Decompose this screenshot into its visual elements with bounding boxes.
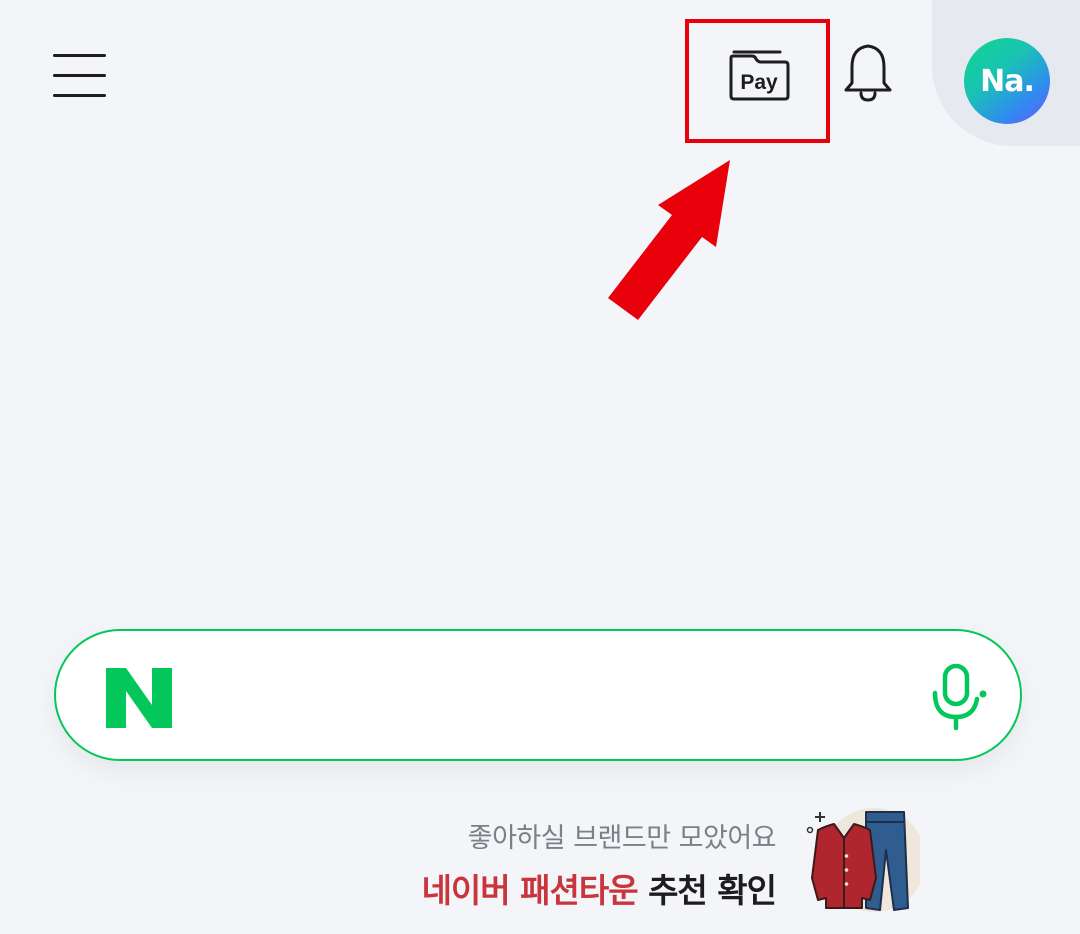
fashion-town-promo-banner[interactable]: 좋아하실 브랜드만 모았어요 네이버 패션타운 추천 확인 xyxy=(380,808,940,918)
clothing-illustration-icon xyxy=(806,808,920,912)
promo-action-text: 추천 확인 xyxy=(637,871,777,910)
hamburger-line xyxy=(53,54,106,57)
naver-logo-icon xyxy=(106,668,172,728)
voice-search-button[interactable] xyxy=(924,661,994,733)
promo-subtitle: 좋아하실 브랜드만 모았어요 xyxy=(467,823,777,854)
hamburger-line xyxy=(53,94,106,97)
bell-icon xyxy=(844,44,892,102)
annotation-highlight-box xyxy=(685,19,830,143)
search-input[interactable] xyxy=(206,661,910,733)
promo-title: 네이버 패션타운 추천 확인 xyxy=(421,864,777,912)
hamburger-menu-button[interactable] xyxy=(48,44,112,104)
promo-brand-name: 네이버 패션타운 xyxy=(421,871,639,910)
profile-avatar[interactable]: Na. xyxy=(964,38,1050,124)
notification-bell-button[interactable] xyxy=(832,36,904,108)
avatar-label: Na. xyxy=(980,63,1035,99)
annotation-arrow-icon xyxy=(608,160,730,320)
hamburger-line xyxy=(53,74,106,77)
search-bar[interactable] xyxy=(54,629,1022,761)
microphone-icon xyxy=(932,663,987,731)
naver-home-screen: Pay Na. 좋아하실 브랜드만 모았어요 네이버 패션타운 추천 확인 xyxy=(0,0,1080,934)
